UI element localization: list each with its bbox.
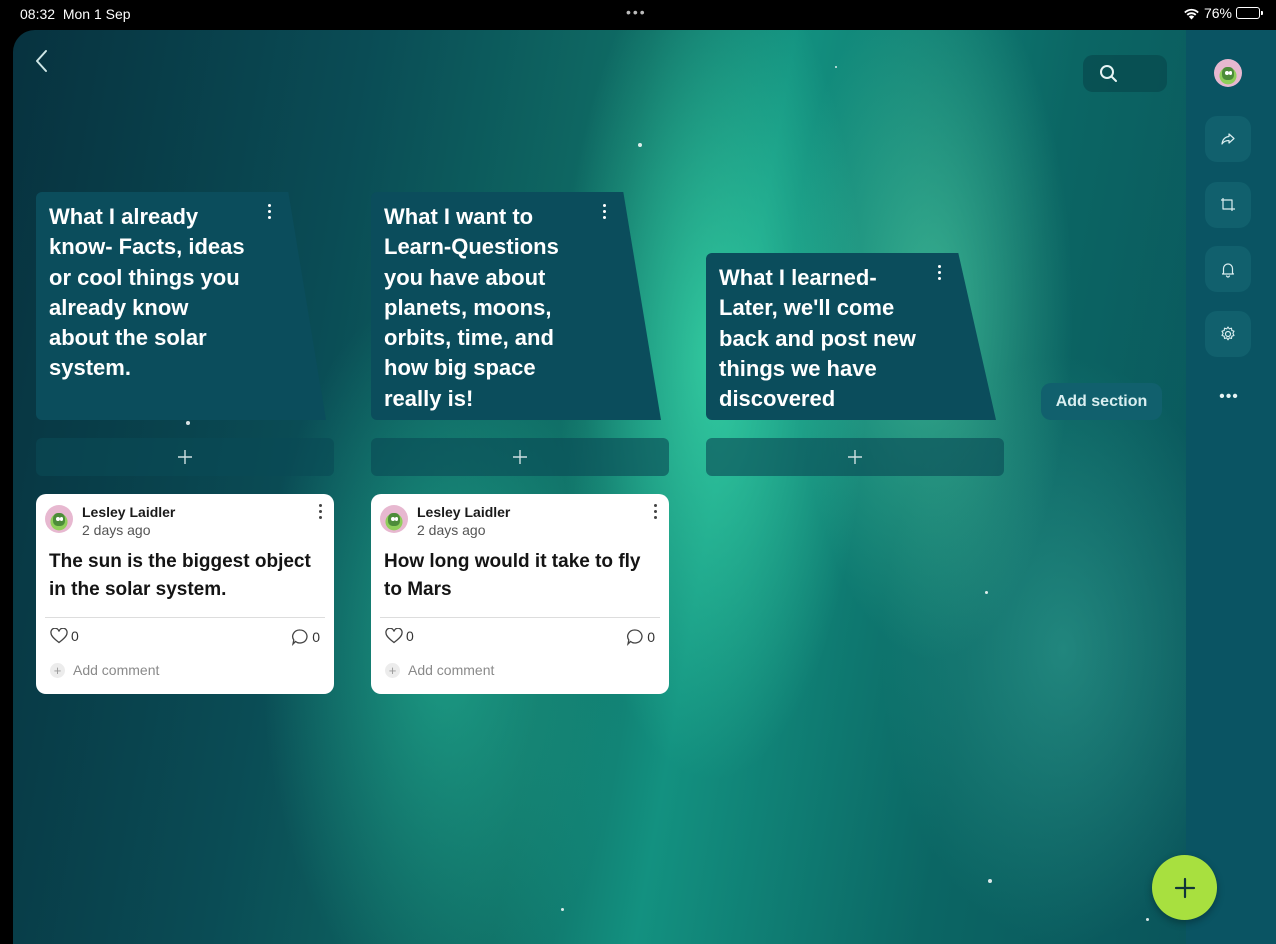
more-options-button[interactable]: ••• <box>1214 388 1244 406</box>
battery-icon <box>1236 7 1263 19</box>
section-header-learned[interactable]: What I learned- Later, we'll come back a… <box>706 253 996 420</box>
plus-icon <box>513 450 527 464</box>
plus-icon: + <box>385 662 400 678</box>
post-menu-button[interactable] <box>651 504 659 522</box>
profile-avatar-button[interactable] <box>1214 59 1242 87</box>
right-toolbar: ••• <box>1186 30 1276 944</box>
share-button[interactable] <box>1205 116 1251 162</box>
star-decoration <box>985 591 988 594</box>
app-screen: 08:32 Mon 1 Sep ••• 76% What I already k… <box>0 0 1276 944</box>
post-card[interactable]: Lesley Laidler 2 days ago The sun is the… <box>36 494 334 694</box>
gear-icon <box>1221 326 1235 341</box>
remake-button[interactable] <box>1205 182 1251 228</box>
star-decoration <box>988 879 992 883</box>
avatar <box>45 505 73 533</box>
like-button[interactable]: 0 <box>385 628 414 644</box>
like-button[interactable]: 0 <box>50 628 79 644</box>
like-count: 0 <box>71 628 79 644</box>
new-post-fab[interactable] <box>1152 855 1217 920</box>
battery-percent: 76% <box>1203 5 1232 21</box>
section-header-want-to-learn[interactable]: What I want to Learn-Questions you have … <box>371 192 661 420</box>
status-right: 76% <box>1183 5 1263 21</box>
post-time: 2 days ago <box>417 522 486 538</box>
star-decoration <box>186 421 190 425</box>
plus-icon <box>178 450 192 464</box>
post-menu-button[interactable] <box>316 504 324 522</box>
search-icon <box>1100 65 1117 82</box>
comment-count: 0 <box>647 629 655 645</box>
section-header-already-know[interactable]: What I already know- Facts, ideas or coo… <box>36 192 326 420</box>
status-time-date: 08:32 Mon 1 Sep <box>20 6 131 22</box>
wifi-icon <box>1184 8 1199 19</box>
status-bar: 08:32 Mon 1 Sep ••• 76% <box>0 0 1276 30</box>
plus-icon: + <box>50 662 65 678</box>
back-button[interactable] <box>31 46 55 76</box>
plus-icon <box>1174 877 1195 898</box>
status-time: 08:32 <box>20 6 56 22</box>
settings-button[interactable] <box>1205 311 1251 357</box>
add-comment-button[interactable]: + Add comment <box>50 662 159 678</box>
add-comment-button[interactable]: + Add comment <box>385 662 494 678</box>
add-post-button[interactable] <box>706 438 1004 476</box>
post-text: The sun is the biggest object in the sol… <box>49 551 311 600</box>
add-comment-label: Add comment <box>408 662 495 678</box>
comment-count-button[interactable]: 0 <box>626 628 655 646</box>
post-card[interactable]: Lesley Laidler 2 days ago How long would… <box>371 494 669 694</box>
comment-count: 0 <box>312 629 320 645</box>
comment-icon <box>292 629 308 646</box>
comment-icon <box>627 629 643 646</box>
bell-icon <box>1221 263 1235 278</box>
heart-icon <box>385 628 403 644</box>
share-icon <box>1221 133 1235 145</box>
section-menu-button[interactable] <box>264 204 274 222</box>
star-decoration <box>561 908 564 911</box>
notifications-button[interactable] <box>1205 246 1251 292</box>
section-menu-button[interactable] <box>599 204 609 222</box>
chevron-left-icon <box>36 50 47 72</box>
star-decoration <box>638 143 642 147</box>
divider <box>380 617 660 618</box>
section-menu-button[interactable] <box>934 265 944 283</box>
status-date: Mon 1 Sep <box>62 6 131 22</box>
post-author: Lesley Laidler <box>82 504 176 520</box>
multitasking-dots[interactable]: ••• <box>626 4 647 20</box>
search-button[interactable] <box>1083 55 1167 92</box>
section-title: What I learned- Later, we'll come back a… <box>719 265 916 412</box>
add-post-button[interactable] <box>36 438 334 476</box>
star-decoration <box>1146 918 1149 921</box>
post-text: How long would it take to fly to Mars <box>384 551 641 600</box>
post-author: Lesley Laidler <box>417 504 511 520</box>
remake-icon <box>1221 198 1235 211</box>
like-count: 0 <box>406 628 414 644</box>
plus-icon <box>848 450 862 464</box>
avatar <box>380 505 408 533</box>
avatar <box>1214 59 1242 87</box>
padlet-board: What I already know- Facts, ideas or coo… <box>13 30 1276 944</box>
heart-icon <box>50 628 68 644</box>
add-post-button[interactable] <box>371 438 669 476</box>
post-time: 2 days ago <box>82 522 151 538</box>
comment-count-button[interactable]: 0 <box>291 628 320 646</box>
star-decoration <box>835 66 837 68</box>
divider <box>45 617 325 618</box>
section-title: What I want to Learn-Questions you have … <box>384 204 559 411</box>
add-section-button[interactable]: Add section <box>1041 383 1162 420</box>
add-comment-label: Add comment <box>73 662 160 678</box>
section-title: What I already know- Facts, ideas or coo… <box>49 204 245 381</box>
